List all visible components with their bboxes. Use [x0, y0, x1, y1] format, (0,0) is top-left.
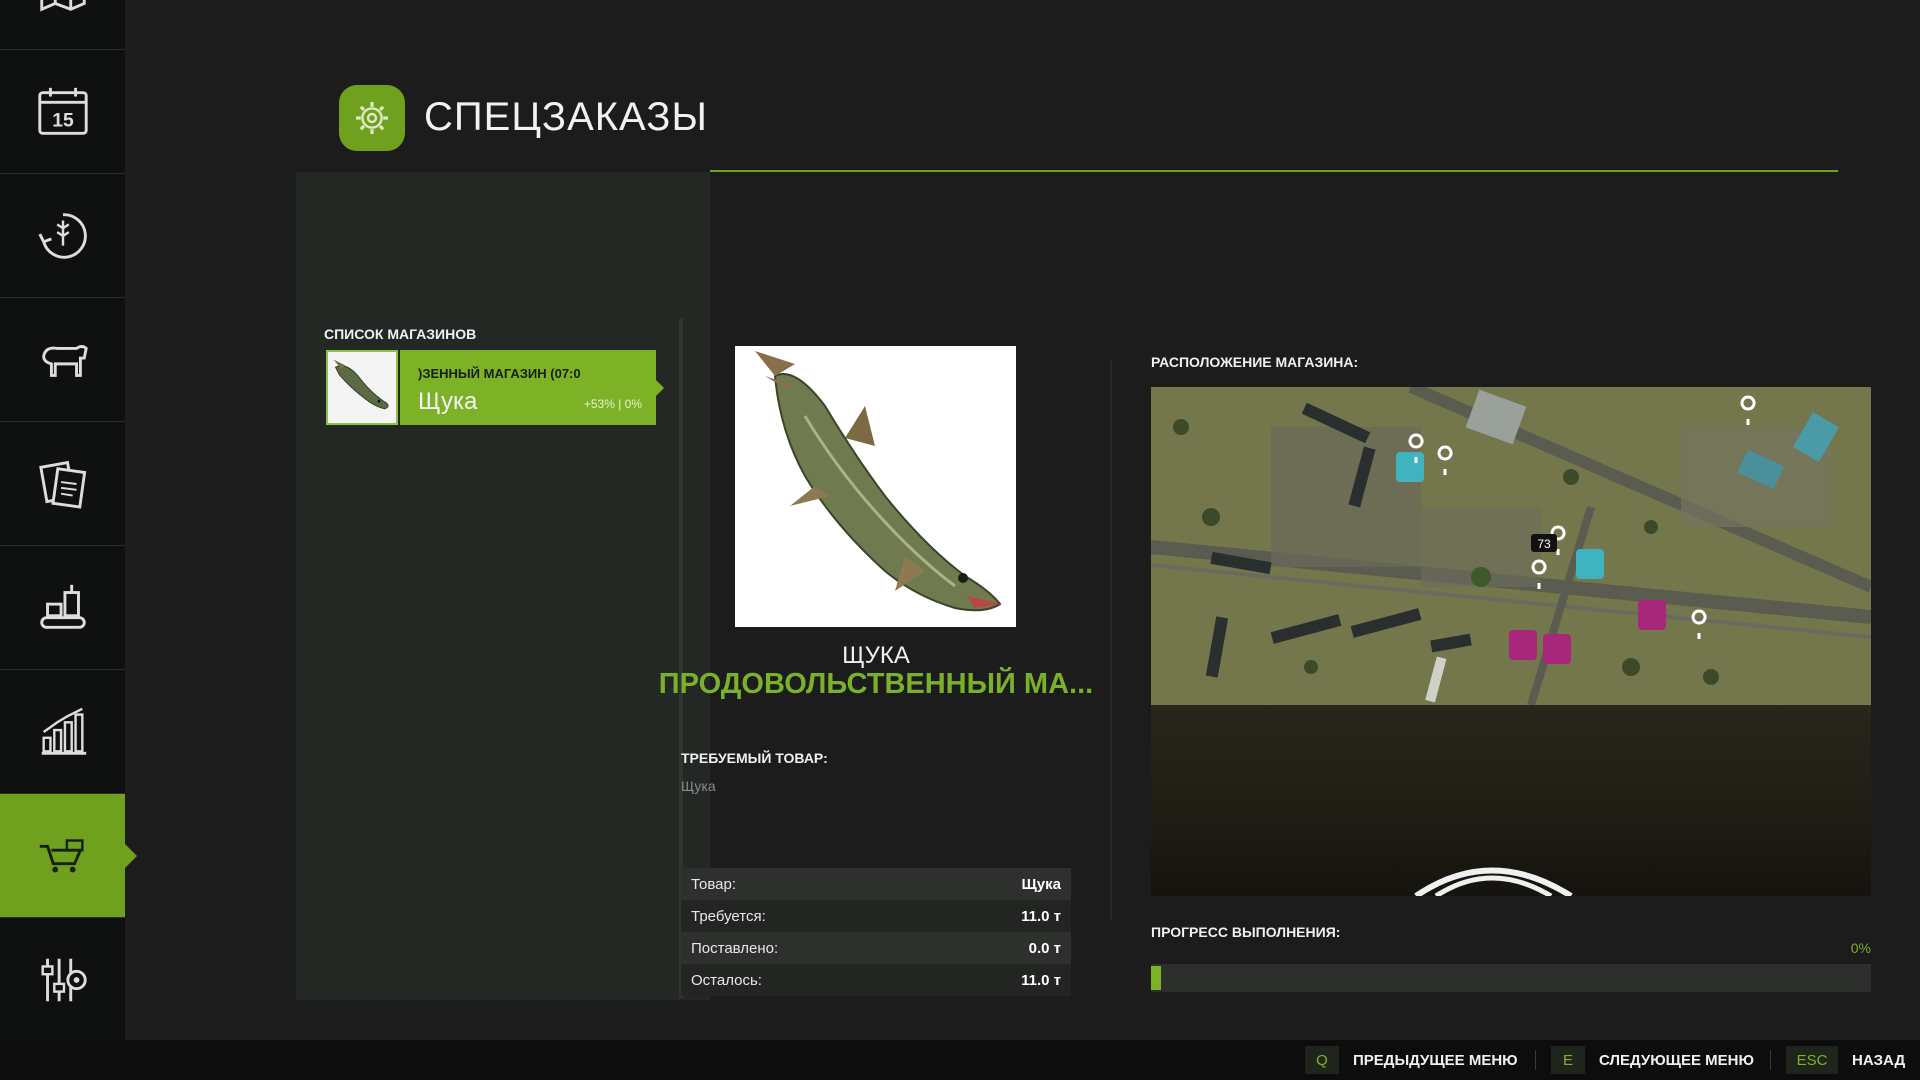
stat-label: Осталось: — [691, 971, 762, 989]
sidebar-item-contracts[interactable] — [0, 422, 125, 546]
back-button[interactable]: ESC НАЗАД — [1786, 1046, 1905, 1074]
previous-menu-button[interactable]: Q ПРЕДЫДУЩЕЕ МЕНЮ — [1305, 1046, 1518, 1074]
sidebar-item-calendar[interactable]: 15 — [0, 50, 125, 174]
hint-separator — [1770, 1050, 1771, 1070]
stat-value: Щука — [1021, 875, 1061, 893]
next-menu-button[interactable]: E СЛЕДУЮЩЕЕ МЕНЮ — [1551, 1046, 1754, 1074]
statistics-icon — [41, 707, 86, 755]
shop-location-map[interactable]: 73 — [1151, 387, 1871, 705]
sidebar: 15 — [0, 0, 137, 1042]
shop-name-label: ЗЕННЫЙ МАГАЗИН (07:0( — [418, 366, 581, 381]
sidebar-item-special-orders[interactable] — [0, 794, 137, 918]
shop-list-title: СПИСОК МАГАЗИНОВ — [324, 326, 477, 342]
stat-label: Товар: — [691, 875, 736, 893]
shop-list-item[interactable]: ЗЕННЫЙ МАГАЗИН (07:0( Щука +53% | 0% — [326, 350, 664, 425]
special-orders-gear-icon — [339, 85, 405, 151]
stat-value: 11.0 т — [1021, 907, 1061, 925]
shop-card[interactable]: ЗЕННЫЙ МАГАЗИН (07:0( Щука +53% | 0% — [400, 350, 664, 425]
previous-menu-label: ПРЕДЫДУЩЕЕ МЕНЮ — [1353, 1051, 1518, 1069]
map-preview-lower — [1151, 705, 1871, 896]
animals-icon — [41, 344, 88, 377]
shop-location-title: РАСПОЛОЖЕНИЕ МАГАЗИНА: — [1151, 354, 1359, 370]
crop-cycle-icon — [38, 212, 87, 259]
table-row: Поставлено: 0.0 т — [681, 932, 1071, 964]
sidebar-item-settings[interactable] — [0, 918, 125, 1042]
shop-list-panel — [296, 172, 710, 1000]
production-icon — [39, 584, 86, 629]
shop-product-label: Щука — [418, 388, 478, 415]
key-e-badge: E — [1551, 1046, 1585, 1074]
next-menu-label: СЛЕДУЮЩЕЕ МЕНЮ — [1599, 1051, 1754, 1069]
back-label: НАЗАД — [1852, 1051, 1906, 1069]
key-esc-badge: ESC — [1786, 1046, 1838, 1074]
calendar-day-label: 15 — [52, 110, 74, 131]
sidebar-item-map[interactable] — [0, 0, 125, 50]
shop-stats-label: +53% | 0% — [583, 397, 642, 411]
contracts-icon — [38, 460, 86, 509]
table-row: Товар: Щука — [681, 868, 1071, 900]
stat-value: 0.0 т — [1028, 939, 1061, 957]
sidebar-item-statistics[interactable] — [0, 670, 125, 794]
table-row: Требуется: 11.0 т — [681, 900, 1071, 932]
map-icon — [39, 0, 86, 11]
stat-value: 11.0 т — [1021, 971, 1061, 989]
order-stats-table: Товар: Щука Требуется: 11.0 т Поставлено… — [681, 868, 1071, 996]
sidebar-item-crop-cycle[interactable] — [0, 174, 125, 298]
progress-title: ПРОГРЕСС ВЫПОЛНЕНИЯ: — [1151, 924, 1341, 940]
header-divider — [710, 170, 1838, 172]
panel-divider — [1110, 360, 1112, 920]
shop-cart-icon — [39, 838, 84, 872]
progress-percent-label: 0% — [1850, 940, 1871, 956]
calendar-icon: 15 — [37, 87, 88, 135]
shop-full-name: ПРОДОВОЛЬСТВЕННЫЙ МА... — [658, 668, 1094, 700]
required-goods-title: ТРЕБУЕМЫЙ ТОВАР: — [681, 750, 828, 766]
progress-bar-fill — [1151, 966, 1161, 990]
page-title: СПЕЦЗАКАЗЫ — [424, 95, 708, 139]
product-name: ЩУКА — [842, 642, 910, 669]
sidebar-item-production[interactable] — [0, 546, 125, 670]
settings-icon — [40, 958, 87, 1001]
hint-separator — [1535, 1050, 1536, 1070]
required-goods-value: Щука — [681, 778, 716, 794]
shop-product-thumbnail — [326, 350, 398, 425]
sidebar-item-animals[interactable] — [0, 298, 125, 422]
map-marker-label: 73 — [1537, 537, 1551, 551]
progress-bar — [1151, 964, 1871, 992]
product-image — [735, 346, 1016, 627]
stat-label: Поставлено: — [691, 939, 779, 957]
stat-label: Требуется: — [691, 907, 766, 925]
key-q-badge: Q — [1305, 1046, 1339, 1074]
table-row: Осталось: 11.0 т — [681, 964, 1071, 996]
